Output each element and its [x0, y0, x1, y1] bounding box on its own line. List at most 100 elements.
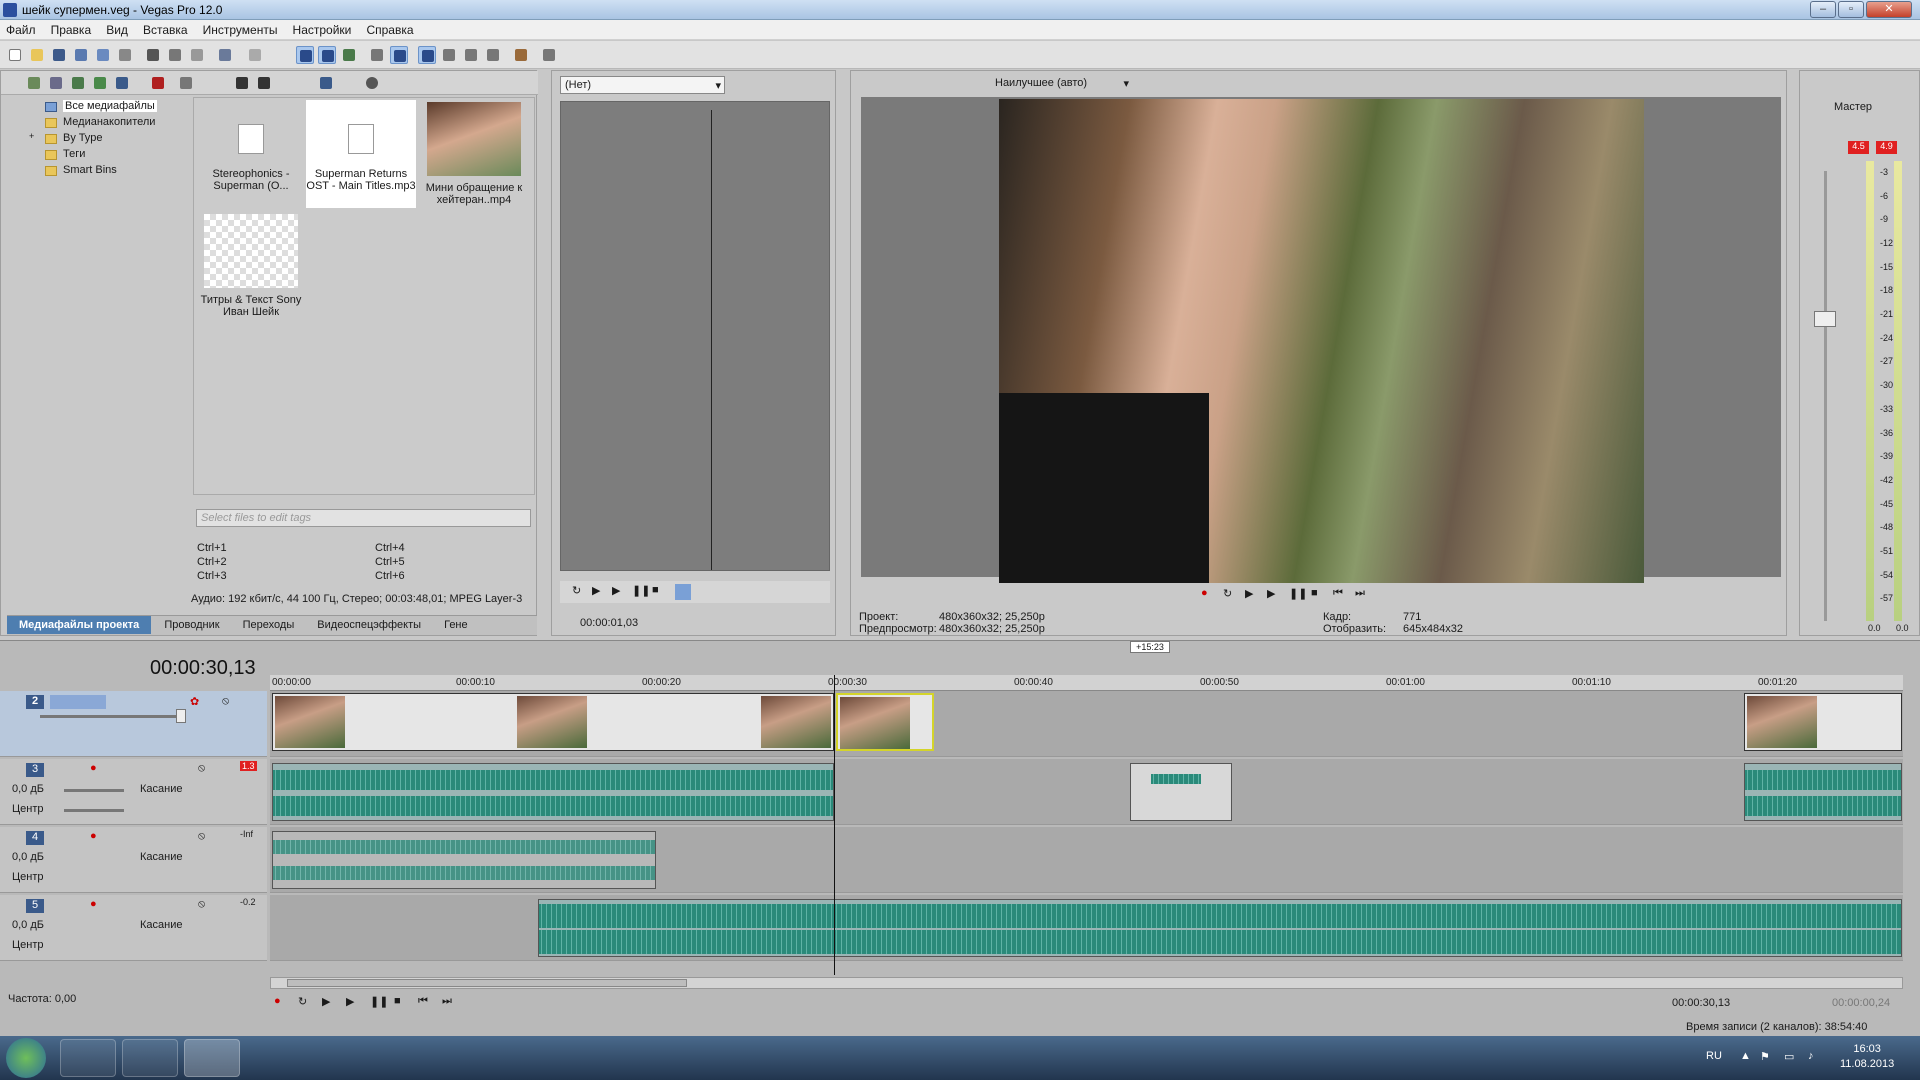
stop-icon[interactable]: ■ [652, 584, 668, 600]
track-name-field[interactable] [50, 695, 106, 709]
menu-settings[interactable]: Настройки [287, 20, 358, 37]
stop-preview-icon[interactable] [255, 74, 273, 92]
render-icon[interactable] [94, 46, 112, 64]
loop-icon[interactable]: ↻ [572, 584, 588, 600]
automation-mode[interactable]: Касание [140, 851, 182, 863]
tab-video-fx[interactable]: Видеоспецэффекты [307, 616, 431, 634]
zoom-tool-icon[interactable] [484, 46, 502, 64]
play-icon[interactable]: ▶ [1267, 587, 1283, 603]
menu-insert[interactable]: Вставка [137, 20, 194, 37]
tree-tags[interactable]: Теги [63, 148, 85, 160]
ignore-grouping-icon[interactable] [390, 46, 408, 64]
track-header-audio-3[interactable]: 3 ● ⦸ 1.3 0,0 дБ Центр Касание [0, 759, 267, 825]
tree-media-bins[interactable]: Медианакопители [63, 116, 155, 128]
save-icon[interactable] [50, 46, 68, 64]
maximize-button[interactable]: ▫ [1838, 1, 1864, 18]
stop-icon[interactable]: ■ [394, 995, 410, 1011]
mute-icon[interactable]: ⦸ [198, 762, 205, 775]
tree-by-type[interactable]: By Type [63, 132, 103, 144]
search-media-icon[interactable] [363, 74, 381, 92]
mute-icon[interactable]: ⦸ [198, 898, 205, 911]
volume-slider[interactable] [64, 789, 124, 792]
play-preview-icon[interactable] [233, 74, 251, 92]
clock[interactable]: 16:03 11.08.2013 [1840, 1042, 1894, 1072]
media-item[interactable]: Stereophonics - Superman (O... [198, 100, 304, 208]
explorer-folder-icon[interactable] [122, 1039, 178, 1077]
tray-arrow-icon[interactable]: ▲ [1740, 1050, 1751, 1062]
properties-icon[interactable] [116, 46, 134, 64]
views-icon[interactable] [317, 74, 335, 92]
scrollbar-thumb[interactable] [287, 979, 687, 987]
media-item[interactable]: Мини обращение к хейтеран..mp4 [418, 100, 530, 208]
track-lane-video[interactable] [270, 691, 1903, 757]
record-icon[interactable]: ● [274, 995, 290, 1011]
automation-mode[interactable]: Касание [140, 919, 182, 931]
save-as-icon[interactable] [72, 46, 90, 64]
track-fx-icon[interactable]: ✿ [190, 695, 199, 708]
timeline-scrollbar[interactable] [270, 977, 1903, 989]
shortcut-label[interactable]: Ctrl+1 [197, 541, 227, 555]
selection-tool-icon[interactable] [462, 46, 480, 64]
go-to-start-icon[interactable]: ⏮ [418, 995, 434, 1011]
next-frame-icon[interactable]: ⏭ [1355, 587, 1371, 603]
volume-icon[interactable]: ♪ [1808, 1050, 1814, 1062]
shortcut-label[interactable]: Ctrl+3 [197, 569, 227, 583]
loop-icon[interactable]: ↻ [1223, 587, 1239, 603]
audio-event[interactable] [1130, 763, 1232, 821]
language-indicator[interactable]: RU [1706, 1050, 1722, 1062]
record-icon[interactable]: ● [1201, 587, 1217, 603]
vegas-taskbar-icon[interactable] [184, 1039, 240, 1077]
preview-quality-dropdown[interactable]: Наилучшее (авто) ▾ [991, 76, 1131, 92]
whats-this-help-icon[interactable] [540, 46, 558, 64]
import-media-icon[interactable] [25, 74, 43, 92]
refresh-icon[interactable] [91, 74, 109, 92]
slider-thumb[interactable] [176, 709, 186, 723]
cut-icon[interactable] [144, 46, 162, 64]
shortcut-label[interactable]: Ctrl+2 [197, 555, 227, 569]
audio-event[interactable] [1744, 763, 1902, 821]
go-to-end-icon[interactable]: ⏭ [442, 995, 458, 1011]
shortcut-label[interactable]: Ctrl+6 [375, 569, 405, 583]
stop-icon[interactable]: ■ [1311, 587, 1327, 603]
envelope-tool-icon[interactable] [440, 46, 458, 64]
redo-icon[interactable] [246, 46, 264, 64]
media-properties-icon[interactable] [177, 74, 195, 92]
tree-all-media[interactable]: Все медиафайлы [63, 100, 157, 112]
get-media-web-icon[interactable] [69, 74, 87, 92]
tree-smart-bins[interactable]: Smart Bins [63, 164, 117, 176]
arm-record-icon[interactable]: ● [90, 762, 97, 774]
play-icon[interactable]: ▶ [612, 584, 628, 600]
lock-envelopes-icon[interactable] [368, 46, 386, 64]
open-folder-icon[interactable] [28, 46, 46, 64]
track-lane-audio-3[interactable] [270, 759, 1903, 825]
menu-help[interactable]: Справка [360, 20, 419, 37]
track-lane-audio-4[interactable] [270, 827, 1903, 893]
undo-icon[interactable] [216, 46, 234, 64]
network-icon[interactable]: ▭ [1784, 1050, 1794, 1063]
tab-project-media[interactable]: Медиафайлы проекта [7, 616, 152, 634]
tab-generators[interactable]: Гене [434, 616, 478, 634]
capture-video-icon[interactable] [47, 74, 65, 92]
play-icon[interactable]: ▶ [346, 995, 362, 1011]
action-center-flag-icon[interactable]: ⚑ [1760, 1050, 1770, 1063]
track-header-audio-4[interactable]: 4 ● ⦸ -Inf 0,0 дБ Центр Касание [0, 827, 267, 893]
prev-frame-icon[interactable]: ⏮ [1333, 587, 1349, 603]
media-fx-icon[interactable] [113, 74, 131, 92]
shortcut-label[interactable]: Ctrl+5 [375, 555, 405, 569]
automation-mode[interactable]: Касание [140, 783, 182, 795]
ripple-edit-icon[interactable] [340, 46, 358, 64]
pause-icon[interactable]: ❚❚ [632, 584, 650, 600]
track-lane-audio-5[interactable] [270, 895, 1903, 961]
menu-edit[interactable]: Правка [45, 20, 98, 37]
mute-icon[interactable]: ⦸ [198, 830, 205, 843]
track-header-audio-5[interactable]: 5 ● ⦸ -0.2 0,0 дБ Центр Касание [0, 895, 267, 961]
media-item[interactable]: Титры & Текст Sony Иван Шейк [198, 212, 304, 320]
trimmer-timeline[interactable] [560, 101, 830, 571]
add-to-timeline-icon[interactable] [675, 584, 691, 600]
event-fx-icon[interactable] [512, 46, 530, 64]
minimize-button[interactable]: – [1810, 1, 1836, 18]
pause-icon[interactable]: ❚❚ [1289, 587, 1307, 603]
start-button[interactable] [6, 1038, 46, 1078]
video-event[interactable] [272, 693, 834, 751]
shortcut-label[interactable]: Ctrl+4 [375, 541, 405, 555]
